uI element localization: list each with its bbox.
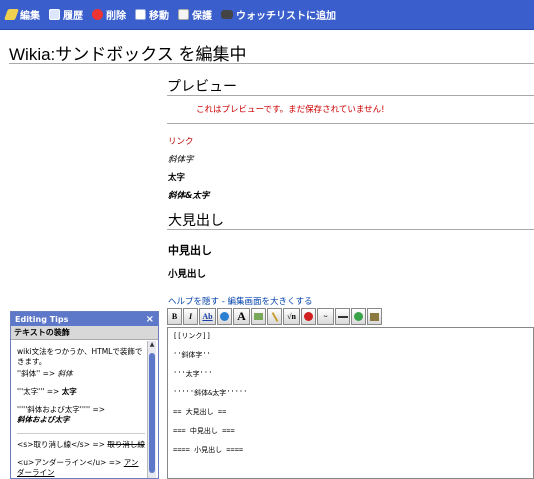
protect-icon [178, 9, 189, 20]
bold-button[interactable]: B [167, 308, 182, 325]
redirect-icon [354, 312, 363, 321]
preview-heading-medium: 中見出し [168, 244, 212, 257]
preview-italic: 斜体字 [168, 155, 194, 165]
editor-line: '''太字''' [173, 370, 213, 378]
signature-button[interactable]: ~ [317, 308, 334, 325]
editor-line: === 中見出し === [173, 427, 235, 435]
image-button[interactable] [251, 308, 266, 325]
tips-scrollbar[interactable]: ▲ [147, 341, 156, 478]
nowiki-icon [304, 312, 313, 321]
preview-bold-italic: 斜体&太字 [168, 191, 210, 201]
editor-line: ==== 小見出し ==== [173, 446, 244, 454]
preview-heading-large: 大見出し [168, 212, 224, 228]
enlarge-editor-link[interactable]: 編集画面を大きくする [228, 297, 313, 307]
preview-heading: プレビュー [167, 78, 237, 94]
tips-content: wiki文法をつかうか、HTMLで装飾できます。 ''斜体'' => 斜体 ''… [17, 347, 145, 478]
delete-action[interactable]: 削除 [92, 7, 126, 22]
globe-icon [220, 312, 229, 321]
editor-line: == 大見出し == [173, 408, 227, 416]
tips-header: Editing Tips × [11, 312, 158, 326]
internal-link-button[interactable]: Ab [199, 308, 216, 325]
history-icon [49, 9, 60, 20]
help-link-separator: - [219, 297, 228, 307]
signature-icon: ~ [323, 312, 328, 321]
italic-button[interactable]: I [183, 308, 198, 325]
watchlist-icon [221, 10, 233, 19]
preview-bold: 太字 [168, 173, 186, 183]
scroll-up-icon[interactable]: ▲ [148, 341, 156, 349]
tip-paragraph: '''太字''' => 太字 [17, 387, 77, 396]
preview-link[interactable]: リンク [168, 135, 194, 147]
pencil-icon [3, 9, 20, 20]
protect-action[interactable]: 保護 [178, 7, 212, 22]
tip-paragraph: '''''斜体および太字''''' => 斜体および太字 [17, 405, 106, 424]
tip-divider [17, 433, 145, 434]
math-button[interactable]: √n [283, 308, 300, 325]
external-link-button[interactable] [217, 308, 232, 325]
hide-help-link[interactable]: ヘルプを隠す [168, 297, 219, 307]
editor-line: '''''斜体&太字''''' [173, 389, 248, 397]
tip-paragraph: ''斜体'' => 斜体 [17, 369, 73, 378]
heading-button[interactable]: A [233, 308, 250, 325]
move-action[interactable]: 移動 [135, 7, 169, 22]
help-links: ヘルプを隠す - 編集画面を大きくする [168, 295, 313, 307]
preview-divider-2 [167, 123, 534, 124]
horizontal-line-button[interactable] [335, 308, 350, 325]
media-icon [271, 311, 278, 322]
tip-paragraph: <u>アンダーライン</u> => アンダーライン [17, 458, 139, 477]
editor-toolbar: B I Ab A √n ~ [167, 307, 382, 326]
wikitext-editor[interactable]: [[リンク]] ''斜体字'' '''太字''' '''''斜体&太字'''''… [167, 327, 534, 479]
preview-divider [167, 95, 534, 96]
delete-icon [92, 9, 103, 20]
editor-line: [[リンク]] [173, 332, 211, 340]
history-action[interactable]: 履歴 [49, 7, 83, 22]
tips-section-title: テキストの装飾 [11, 326, 158, 340]
media-button[interactable] [267, 308, 282, 325]
edit-action[interactable]: 編集 [3, 7, 40, 22]
redirect-button[interactable] [351, 308, 366, 325]
image-icon [254, 313, 263, 320]
nowiki-button[interactable] [301, 308, 316, 325]
scroll-thumb[interactable] [149, 353, 155, 473]
editing-tips-panel: Editing Tips × テキストの装飾 wiki文法をつかうか、HTMLで… [10, 311, 159, 479]
move-icon [135, 9, 146, 20]
close-icon[interactable]: × [146, 314, 154, 325]
tip-paragraph: wiki文法をつかうか、HTMLで装飾できます。 [17, 347, 143, 366]
page-actions-bar: 編集 履歴 削除 移動 保護 ウォッチリストに追加 [0, 0, 534, 30]
title-divider [9, 63, 534, 64]
line-icon [337, 315, 348, 318]
gallery-icon [370, 312, 379, 321]
heading-divider [167, 229, 534, 230]
gallery-button[interactable] [367, 308, 382, 325]
editor-line: ''斜体字'' [173, 351, 211, 359]
tips-title: Editing Tips [15, 314, 69, 324]
watchlist-action[interactable]: ウォッチリストに追加 [221, 7, 336, 22]
page-title: Wikia:サンドボックス を編集中 [9, 45, 247, 64]
preview-warning: これはプレビューです。まだ保存されていません! [196, 105, 385, 115]
tip-paragraph: <s>取り消し線</s> => 取り消し線 [17, 440, 145, 449]
preview-heading-small: 小見出し [168, 269, 207, 280]
